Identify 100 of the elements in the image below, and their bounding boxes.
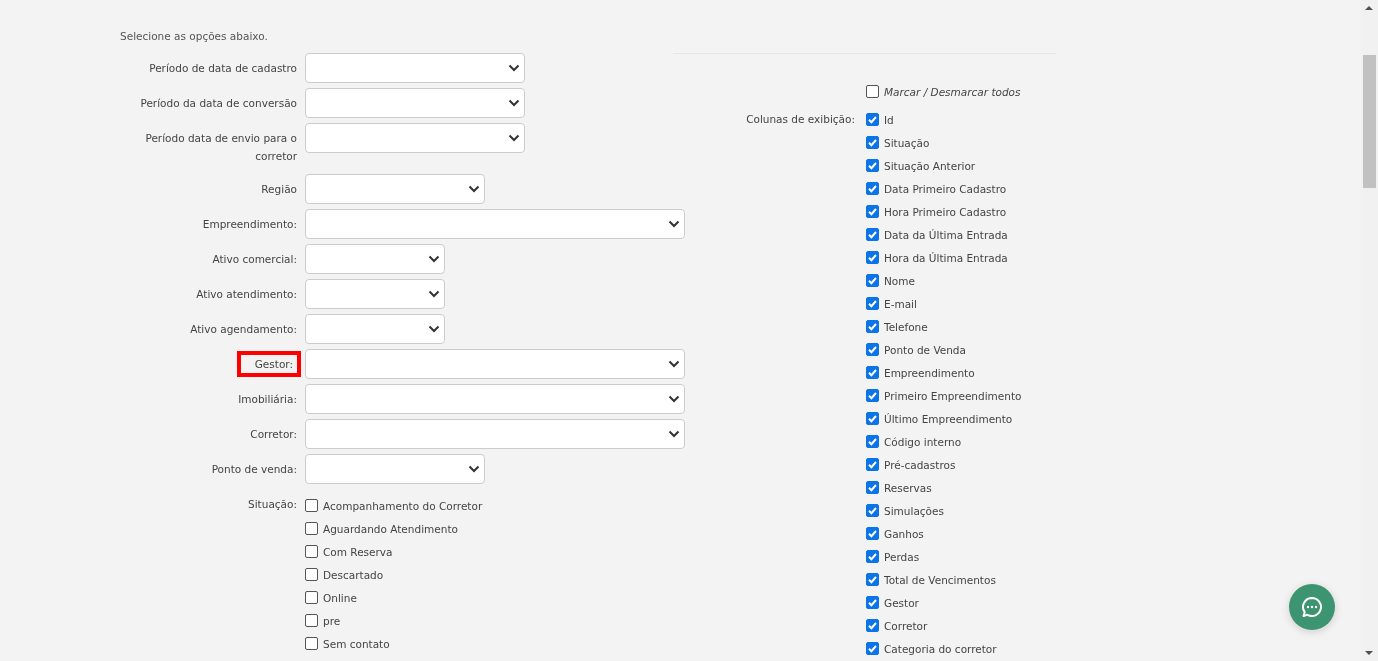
checkbox-label: Ganhos: [884, 527, 924, 540]
field-label: Ativo comercial:: [212, 252, 297, 267]
checkbox[interactable]: [866, 435, 879, 448]
checkbox-label: pre: [323, 614, 341, 627]
scroll-up-icon[interactable]: [1365, 6, 1373, 10]
checkbox[interactable]: [305, 522, 318, 535]
checkbox-label: Sem contato: [323, 637, 390, 650]
checkbox[interactable]: [866, 366, 879, 379]
dropdown-field[interactable]: [305, 209, 685, 239]
scroll-down-icon[interactable]: [1365, 651, 1373, 655]
checkbox[interactable]: [866, 412, 879, 425]
checkbox-label: Data Primeiro Cadastro: [884, 182, 1007, 195]
checkbox-label: Gestor: [884, 596, 919, 609]
checkbox[interactable]: [866, 205, 879, 218]
checkbox[interactable]: [866, 274, 879, 287]
dropdown-field[interactable]: [305, 419, 685, 449]
checkbox[interactable]: [305, 545, 318, 558]
dropdown-field[interactable]: [305, 123, 525, 153]
chat-bubble-icon: [1301, 596, 1323, 618]
checkbox-label: Hora da Última Entrada: [884, 251, 1008, 264]
checkbox-label: Total de Vencimentos: [884, 573, 996, 586]
chevron-down-icon: [468, 185, 480, 193]
dropdown-field[interactable]: [305, 244, 445, 274]
chevron-down-icon: [668, 360, 680, 368]
checkbox-label: Perdas: [884, 550, 920, 563]
field-label: Região: [261, 182, 297, 197]
chevron-down-icon: [668, 430, 680, 438]
checkbox[interactable]: [866, 297, 879, 310]
field-label: Período de data de cadastro: [149, 61, 297, 76]
checkbox[interactable]: [866, 550, 879, 563]
checkbox[interactable]: [866, 573, 879, 586]
chevron-down-icon: [428, 290, 440, 298]
field-label: Imobiliária:: [238, 392, 297, 407]
checkbox-label: Último Empreendimento: [884, 412, 1013, 425]
dropdown-field[interactable]: [305, 454, 485, 484]
checkbox[interactable]: [866, 85, 879, 98]
chevron-down-icon: [508, 64, 520, 72]
checkbox[interactable]: [866, 251, 879, 264]
checkbox[interactable]: [305, 637, 318, 650]
checkbox[interactable]: [305, 499, 318, 512]
checkbox[interactable]: [305, 568, 318, 581]
checkbox-label: Categoria do corretor: [884, 642, 997, 655]
dropdown-field[interactable]: [305, 88, 525, 118]
field-label: Período da data de conversão: [140, 96, 297, 111]
checkbox-label: Descartado: [323, 568, 384, 581]
checkbox[interactable]: [305, 591, 318, 604]
checkbox[interactable]: [866, 343, 879, 356]
chevron-down-icon: [508, 134, 520, 142]
dropdown-field[interactable]: [305, 174, 485, 204]
checkbox-label: Pré-cadastros: [884, 458, 956, 471]
field-label: Ponto de venda:: [211, 462, 297, 477]
instruction-text: Selecione as opções abaixo.: [120, 29, 269, 44]
checkbox[interactable]: [866, 389, 879, 402]
checkbox[interactable]: [866, 159, 879, 172]
chevron-down-icon: [428, 325, 440, 333]
checkbox-label: Empreendimento: [884, 366, 975, 379]
checkbox[interactable]: [866, 527, 879, 540]
checkbox[interactable]: [305, 614, 318, 627]
field-label: Ativo atendimento:: [196, 287, 297, 302]
checkbox[interactable]: [866, 182, 879, 195]
chevron-down-icon: [668, 220, 680, 228]
checkbox-label: Marcar / Desmarcar todos: [884, 85, 1021, 98]
checkbox-label: Situação: [884, 136, 930, 149]
field-label: Situação:: [248, 497, 297, 512]
checkbox-label: Reservas: [884, 481, 932, 494]
checkbox[interactable]: [866, 504, 879, 517]
dropdown-field[interactable]: [305, 349, 685, 379]
checkbox-label: Aguardando Atendimento: [323, 522, 458, 535]
field-label: Período data de envio para o corretor: [144, 131, 297, 164]
checkbox[interactable]: [866, 136, 879, 149]
checkbox[interactable]: [866, 481, 879, 494]
checkbox-label: Com Reserva: [323, 545, 393, 558]
chevron-down-icon: [468, 465, 480, 473]
checkbox[interactable]: [866, 619, 879, 632]
chevron-down-icon: [668, 395, 680, 403]
dropdown-field[interactable]: [305, 53, 525, 83]
checkbox-label: Id: [884, 113, 894, 126]
checkbox-label: E-mail: [884, 297, 917, 310]
scrollbar-thumb[interactable]: [1363, 55, 1376, 188]
checkbox[interactable]: [866, 458, 879, 471]
checkbox[interactable]: [866, 596, 879, 609]
chevron-down-icon: [428, 255, 440, 263]
checkbox[interactable]: [866, 113, 879, 126]
field-label: Ativo agendamento:: [190, 322, 297, 337]
checkbox[interactable]: [866, 642, 879, 655]
dropdown-field[interactable]: [305, 314, 445, 344]
checkbox-label: Telefone: [884, 320, 928, 333]
checkbox-label: Simulações: [884, 504, 944, 517]
field-label: Corretor:: [250, 427, 297, 442]
checkbox[interactable]: [866, 320, 879, 333]
dropdown-field[interactable]: [305, 384, 685, 414]
checkbox-label: Corretor: [884, 619, 928, 632]
field-label: Empreendimento:: [202, 217, 297, 232]
checkbox-label: Data da Última Entrada: [884, 228, 1008, 241]
checkbox[interactable]: [866, 228, 879, 241]
checkbox-label: Primeiro Empreendimento: [884, 389, 1022, 402]
dropdown-field[interactable]: [305, 279, 445, 309]
chat-button[interactable]: [1289, 584, 1335, 630]
checkbox-label: Ponto de Venda: [884, 343, 966, 356]
checkbox-label: Situação Anterior: [884, 159, 976, 172]
